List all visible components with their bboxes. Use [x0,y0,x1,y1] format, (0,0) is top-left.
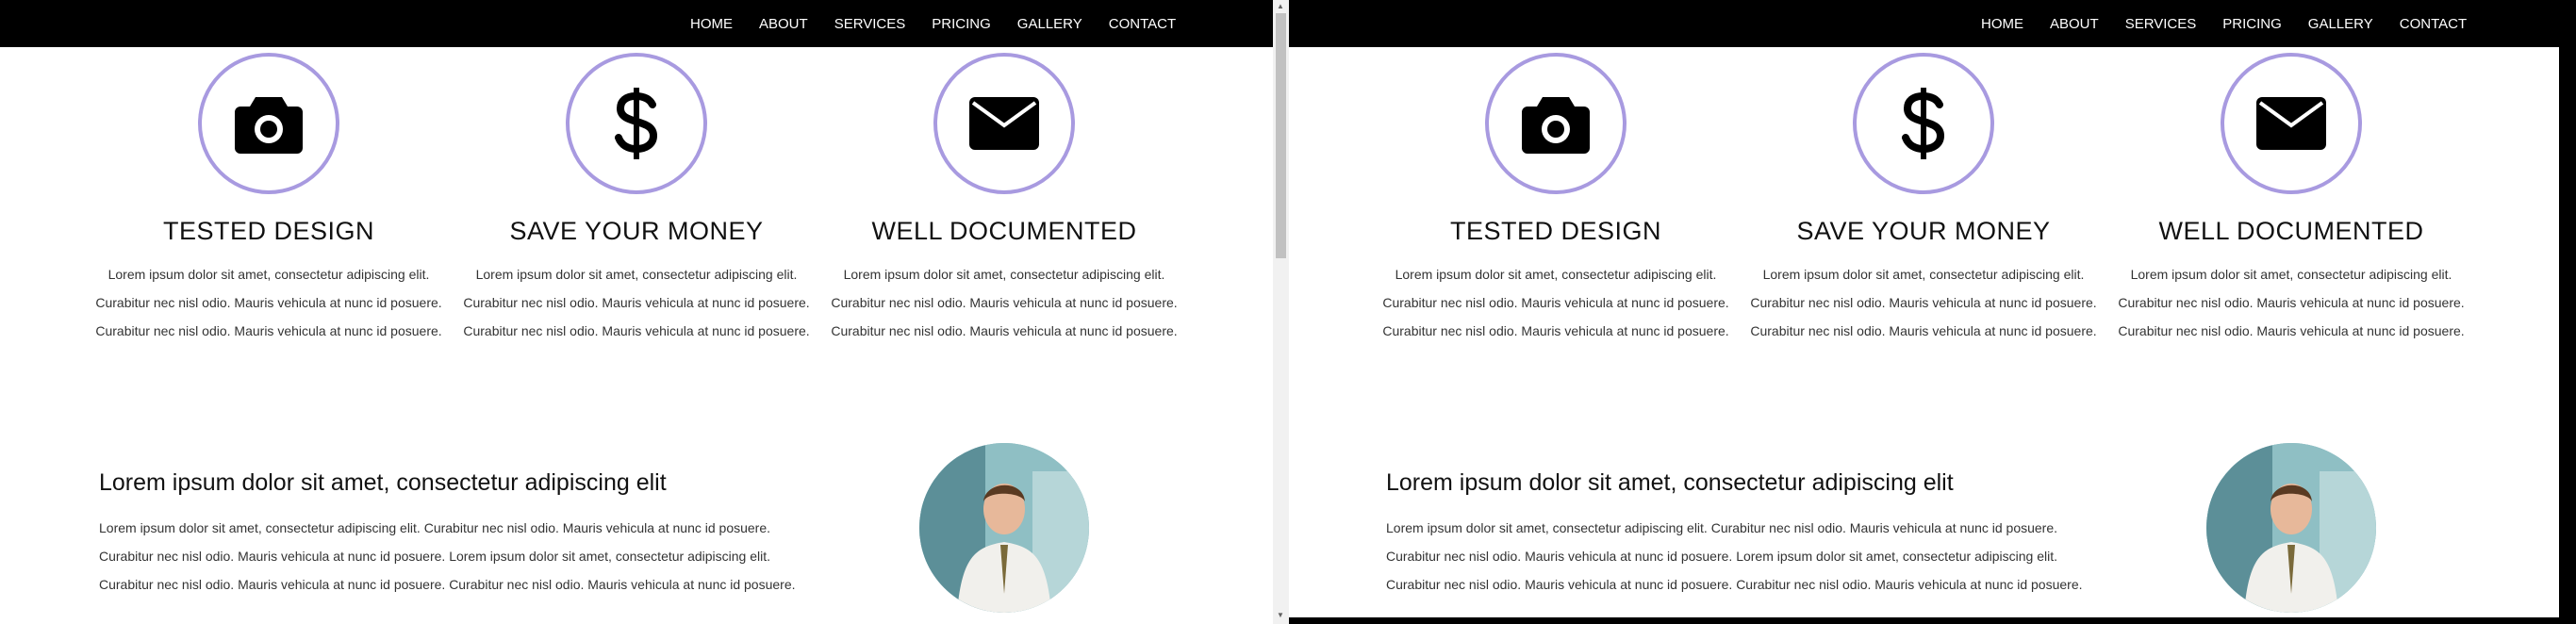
nav-contact-link[interactable]: CONTACT [2400,16,2467,32]
person-photo [919,443,1089,613]
feature-title: TESTED DESIGN [1449,217,1662,245]
vertical-scrollbar[interactable]: ▲ ▼ [1273,0,1289,624]
nav-gallery-link[interactable]: GALLERY [2308,16,2373,32]
about-paragraph: Lorem ipsum dolor sit amet, consectetur … [99,520,796,592]
feature-icon-circle [2221,53,2362,194]
nav-contact-link[interactable]: CONTACT [1109,16,1176,32]
nav-gallery-link[interactable]: GALLERY [1017,16,1082,32]
feature-description: Lorem ipsum dolor sit amet, consectetur … [463,267,810,338]
dollar-icon [1902,88,1945,159]
camera-icon [1522,97,1590,154]
about-paragraph: Lorem ipsum dolor sit amet, consectetur … [1386,520,2083,592]
right-browser-pane: HOME ABOUT SERVICES PRICING GALLERY CONT… [1289,0,2576,624]
nav-menu: HOME ABOUT SERVICES PRICING GALLERY CONT… [677,0,1189,47]
feature-title: SAVE YOUR MONEY [509,217,764,245]
feature-icon-circle [566,53,707,194]
nav-home-link[interactable]: HOME [1981,16,2023,32]
page-content: TESTED DESIGN Lorem ipsum dolor sit amet… [0,47,1273,624]
about-heading: Lorem ipsum dolor sit amet, consectetur … [99,469,667,496]
camera-icon [235,97,303,154]
nav-about-link[interactable]: ABOUT [759,16,808,32]
scroll-thumb[interactable] [1276,13,1286,258]
feature-description: Lorem ipsum dolor sit amet, consectetur … [95,267,442,338]
feature-icon-circle [1853,53,1994,194]
feature-title: WELL DOCUMENTED [871,217,1137,245]
avatar [2206,443,2376,613]
feature-description: Lorem ipsum dolor sit amet, consectetur … [1382,267,1729,338]
nav-services-link[interactable]: SERVICES [2125,16,2197,32]
nav-services-link[interactable]: SERVICES [834,16,906,32]
envelope-icon [969,97,1039,150]
dollar-icon [615,88,658,159]
frame-border [2559,47,2576,624]
scroll-up-arrow-icon[interactable]: ▲ [1277,2,1284,10]
navbar: HOME ABOUT SERVICES PRICING GALLERY CONT… [1289,0,2576,47]
scroll-down-arrow-icon[interactable]: ▼ [1277,611,1284,619]
nav-home-link[interactable]: HOME [690,16,733,32]
nav-pricing-link[interactable]: PRICING [2222,16,2282,32]
envelope-icon [2256,97,2326,150]
page-content: TESTED DESIGN Lorem ipsum dolor sit amet… [1289,47,2559,624]
feature-title: SAVE YOUR MONEY [1796,217,2051,245]
feature-description: Lorem ipsum dolor sit amet, consectetur … [831,267,1178,338]
feature-title: TESTED DESIGN [162,217,375,245]
left-browser-pane: HOME ABOUT SERVICES PRICING GALLERY CONT… [0,0,1289,624]
feature-title: WELL DOCUMENTED [2158,217,2424,245]
about-heading: Lorem ipsum dolor sit amet, consectetur … [1386,469,1954,496]
nav-about-link[interactable]: ABOUT [2050,16,2099,32]
feature-description: Lorem ipsum dolor sit amet, consectetur … [1750,267,2097,338]
feature-description: Lorem ipsum dolor sit amet, consectetur … [2118,267,2465,338]
nav-pricing-link[interactable]: PRICING [932,16,991,32]
person-photo [2206,443,2376,613]
feature-icon-circle [1485,53,1627,194]
feature-icon-circle [198,53,339,194]
frame-border [1289,617,2576,624]
navbar: HOME ABOUT SERVICES PRICING GALLERY CONT… [0,0,1289,47]
nav-menu: HOME ABOUT SERVICES PRICING GALLERY CONT… [1968,0,2480,47]
avatar [919,443,1089,613]
feature-icon-circle [933,53,1075,194]
